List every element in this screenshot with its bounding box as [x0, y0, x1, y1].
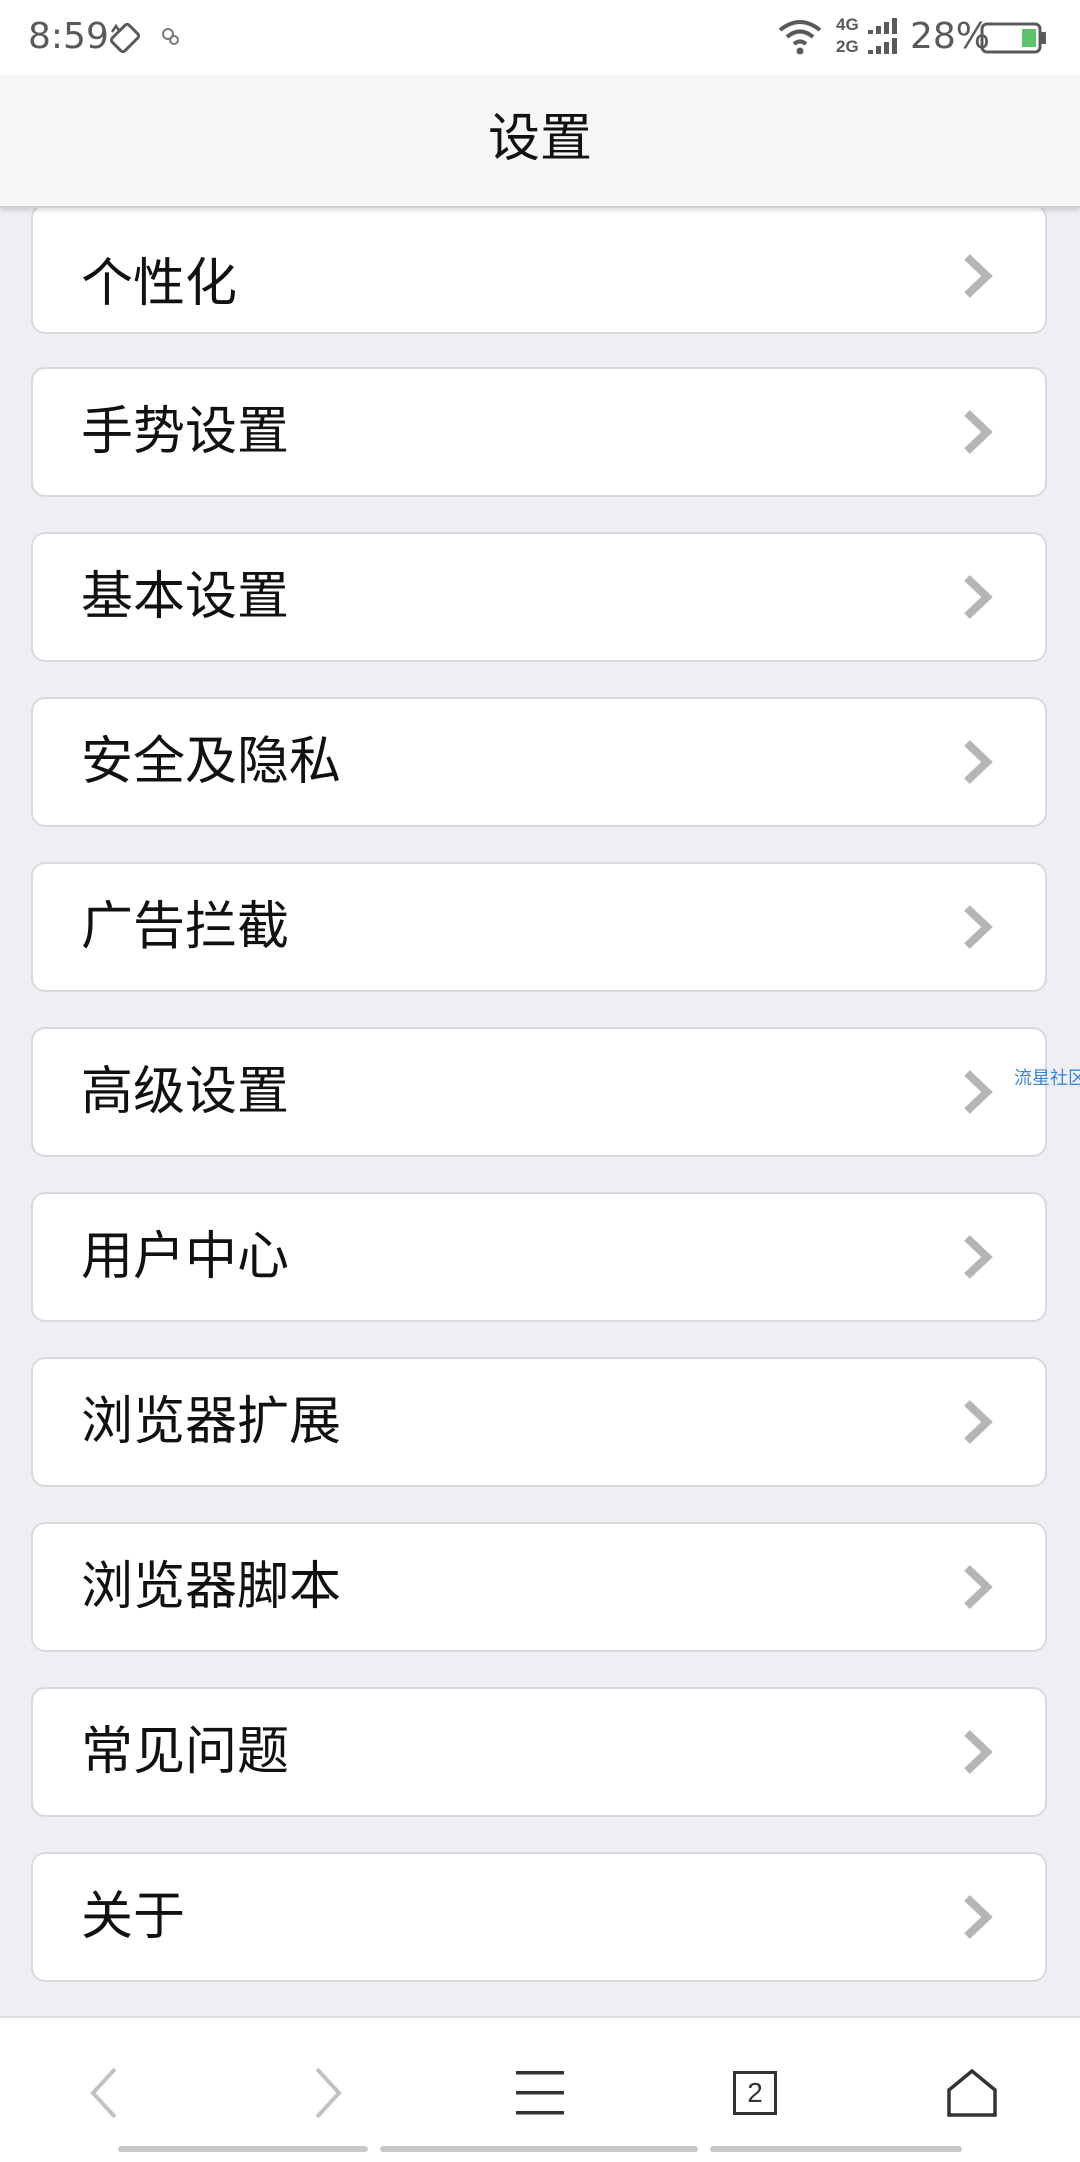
settings-item-label: 手势设置 [81, 402, 290, 462]
network-type-bottom: 2G [836, 37, 859, 56]
settings-item-label: 广告拦截 [81, 897, 290, 957]
settings-item-label: 安全及隐私 [81, 732, 342, 792]
tabs-icon: 2 [733, 2071, 777, 2115]
settings-item-faq[interactable]: 常见问题 [31, 1687, 1047, 1817]
rotation-lock-icon [108, 20, 144, 60]
forward-icon [315, 2067, 342, 2119]
settings-item-gestures[interactable]: 手势设置 [31, 367, 1047, 497]
chevron-right-icon [964, 1895, 993, 1939]
settings-item-label: 关于 [81, 1887, 186, 1947]
chevron-right-icon [964, 1730, 993, 1774]
settings-item-label: 浏览器扩展 [81, 1392, 342, 1452]
network-type-top: 4G [836, 15, 859, 34]
chevron-right-icon [964, 410, 993, 454]
app-header: 设置 [0, 74, 1080, 208]
community-link[interactable]: 流星社区 [1014, 1067, 1080, 1091]
home-icon [947, 2068, 997, 2117]
tab-count: 2 [747, 2077, 763, 2108]
settings-item-label: 基本设置 [81, 567, 290, 627]
back-button[interactable] [60, 2048, 150, 2138]
status-time: 8:59 [28, 16, 109, 57]
battery-icon [980, 22, 1048, 58]
wifi-icon [776, 18, 824, 60]
signal-icon [868, 18, 902, 60]
chevron-right-icon [964, 254, 993, 298]
settings-item-security-privacy[interactable]: 安全及隐私 [31, 697, 1047, 827]
page-title: 设置 [487, 109, 592, 169]
forward-button[interactable] [282, 2048, 372, 2138]
settings-item-browser-scripts[interactable]: 浏览器脚本 [31, 1522, 1047, 1652]
bottom-toolbar: 2 [0, 2016, 1080, 2162]
chevron-right-icon [964, 1070, 993, 1114]
back-icon [90, 2067, 117, 2119]
chevron-right-icon [964, 1400, 993, 1444]
settings-item-basic[interactable]: 基本设置 [31, 532, 1047, 662]
settings-item-label: 高级设置 [81, 1062, 290, 1122]
settings-item-label: 常见问题 [81, 1722, 290, 1782]
settings-item-about[interactable]: 关于 [31, 1852, 1047, 1982]
settings-item-ad-block[interactable]: 广告拦截 [31, 862, 1047, 992]
settings-item-user-center[interactable]: 用户中心 [31, 1192, 1047, 1322]
settings-item-advanced[interactable]: 高级设置 [31, 1027, 1047, 1157]
chevron-right-icon [964, 740, 993, 784]
menu-button[interactable] [495, 2048, 585, 2138]
chevron-right-icon [964, 905, 993, 949]
menu-icon [516, 2071, 564, 2115]
settings-item-personalization[interactable]: 个性化 [31, 204, 1047, 334]
notification-icon [160, 26, 182, 52]
settings-item-browser-extensions[interactable]: 浏览器扩展 [31, 1357, 1047, 1487]
chevron-right-icon [964, 575, 993, 619]
chevron-right-icon [964, 1235, 993, 1279]
gesture-bar-left [118, 2146, 368, 2152]
settings-item-label: 个性化 [81, 254, 238, 315]
home-button[interactable] [927, 2048, 1017, 2138]
settings-item-label: 浏览器脚本 [81, 1557, 342, 1617]
battery-percent: 28% [910, 16, 991, 57]
chevron-right-icon [964, 1565, 993, 1609]
settings-item-label: 用户中心 [81, 1227, 290, 1287]
status-bar: 8:59 4G 2G 28% [0, 0, 1080, 74]
gesture-bar-center [380, 2146, 698, 2152]
gesture-bar-right [710, 2146, 962, 2152]
tabs-button[interactable]: 2 [710, 2048, 800, 2138]
